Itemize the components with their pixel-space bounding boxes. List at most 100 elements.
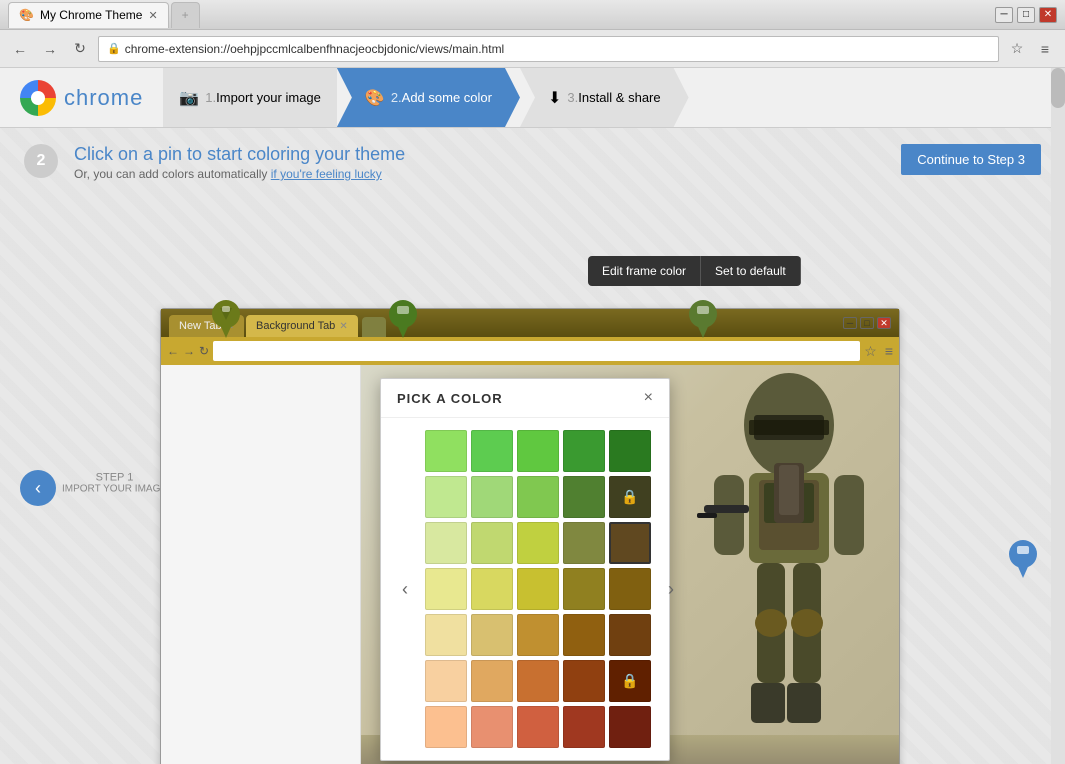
color-swatch-32[interactable] [517, 706, 559, 748]
pin-marker-3[interactable] [687, 298, 719, 338]
color-swatch-7[interactable] [517, 476, 559, 518]
color-swatch-12[interactable] [517, 522, 559, 564]
menu-button[interactable]: ≡ [1033, 37, 1057, 61]
preview-close[interactable]: ✕ [877, 317, 891, 329]
step1-number: 1. [205, 90, 216, 105]
nav-right: ☆ ≡ [1005, 37, 1057, 61]
pin-marker-2[interactable] [387, 298, 419, 338]
close-button[interactable]: ✕ [1039, 7, 1057, 23]
back-step1-button[interactable]: ‹ [20, 470, 56, 506]
wizard-step-2[interactable]: 🎨 2. Add some color [337, 68, 520, 127]
chrome-icon [20, 80, 56, 116]
color-swatch-25[interactable] [425, 660, 467, 702]
forward-button[interactable]: → [38, 37, 62, 61]
color-swatch-20[interactable] [425, 614, 467, 656]
color-swatch-16[interactable] [471, 568, 513, 610]
color-swatch-9[interactable] [609, 476, 651, 518]
color-swatch-23[interactable] [563, 614, 605, 656]
color-swatch-0[interactable] [425, 430, 467, 472]
color-picker-modal: PICK A COLOR × ‹ › [380, 378, 670, 761]
color-picker-close-btn[interactable]: × [644, 389, 653, 407]
preview-tab-new-btn[interactable] [362, 317, 386, 337]
preview-minimize[interactable]: ─ [843, 317, 857, 329]
address-lock-icon: 🔒 [107, 42, 121, 55]
color-swatch-5[interactable] [425, 476, 467, 518]
color-swatch-10[interactable] [425, 522, 467, 564]
chrome-logo: chrome [20, 80, 143, 116]
title-bar: 🎨 My Chrome Theme ✕ + ─ □ ✕ [0, 0, 1065, 30]
color-swatch-34[interactable] [609, 706, 651, 748]
step2-label: Add some color [402, 90, 492, 105]
color-swatch-14[interactable] [609, 522, 651, 564]
window-controls: ─ □ ✕ [995, 7, 1057, 23]
color-nav-next-btn[interactable]: › [659, 577, 683, 601]
tab-my-chrome-theme[interactable]: 🎨 My Chrome Theme ✕ [8, 2, 169, 28]
set-to-default-btn[interactable]: Set to default [701, 256, 801, 286]
step-area: 2 Click on a pin to start coloring your … [0, 128, 1065, 197]
color-swatch-26[interactable] [471, 660, 513, 702]
vertical-scrollbar[interactable] [1051, 68, 1065, 764]
step3-icon: ⬇ [548, 88, 561, 108]
color-swatch-18[interactable] [563, 568, 605, 610]
color-swatch-13[interactable] [563, 522, 605, 564]
color-swatch-19[interactable] [609, 568, 651, 610]
step-description: Click on a pin to start coloring your th… [74, 144, 885, 181]
preview-address-bar [213, 341, 860, 361]
color-swatch-30[interactable] [425, 706, 467, 748]
color-swatch-11[interactable] [471, 522, 513, 564]
preview-tab-bg[interactable]: Background Tab ✕ [246, 315, 358, 337]
wizard-step-1[interactable]: 📷 1. Import your image [163, 68, 337, 127]
preview-navbar: ← → ↻ ☆ ≡ [161, 337, 899, 365]
preview-maximize[interactable]: □ [860, 317, 874, 329]
address-bar[interactable]: 🔒 chrome-extension://oehpjpccmlcalbenfhn… [98, 36, 999, 62]
preview-forward-btn[interactable]: → [183, 344, 195, 358]
continue-step3-button[interactable]: Continue to Step 3 [901, 144, 1041, 175]
bookmark-button[interactable]: ☆ [1005, 37, 1029, 61]
color-swatch-31[interactable] [471, 706, 513, 748]
pin-marker-1[interactable] [210, 298, 242, 338]
color-swatch-29[interactable] [609, 660, 651, 702]
preview-win-btns: ─ □ ✕ [843, 317, 891, 329]
preview-menu-btn[interactable]: ≡ [885, 343, 893, 359]
tab-label: My Chrome Theme [40, 8, 142, 22]
color-swatch-21[interactable] [471, 614, 513, 656]
color-swatch-2[interactable] [517, 430, 559, 472]
color-nav-prev-btn[interactable]: ‹ [393, 577, 417, 601]
color-swatch-15[interactable] [425, 568, 467, 610]
tab-strip: 🎨 My Chrome Theme ✕ + [8, 2, 200, 28]
maximize-button[interactable]: □ [1017, 7, 1035, 23]
preview-star-btn[interactable]: ☆ [864, 343, 877, 360]
nav-bar: ← → ↻ 🔒 chrome-extension://oehpjpccmlcal… [0, 30, 1065, 68]
color-swatch-24[interactable] [609, 614, 651, 656]
feeling-lucky-link[interactable]: if you're feeling lucky [271, 167, 382, 181]
color-swatch-8[interactable] [563, 476, 605, 518]
color-swatch-27[interactable] [517, 660, 559, 702]
preview-back-btn[interactable]: ← [167, 344, 179, 358]
tab-new[interactable]: + [171, 2, 200, 28]
color-swatch-17[interactable] [517, 568, 559, 610]
color-swatch-22[interactable] [517, 614, 559, 656]
tab-close-btn[interactable]: ✕ [148, 9, 157, 22]
back-button[interactable]: ← [8, 37, 32, 61]
preview-reload-btn[interactable]: ↻ [199, 344, 209, 358]
color-swatch-4[interactable] [609, 430, 651, 472]
wizard-bar: chrome 📷 1. Import your image 🎨 2. Add s… [0, 68, 1065, 128]
color-picker-title: PICK A COLOR [397, 391, 503, 406]
color-swatch-28[interactable] [563, 660, 605, 702]
reload-button[interactable]: ↻ [68, 37, 92, 61]
step-main-text: Click on a pin to start coloring your th… [74, 144, 885, 165]
step1-icon: 📷 [179, 88, 199, 108]
color-swatch-33[interactable] [563, 706, 605, 748]
scrollbar-thumb[interactable] [1051, 68, 1065, 108]
minimize-button[interactable]: ─ [995, 7, 1013, 23]
edit-frame-color-btn[interactable]: Edit frame color [588, 256, 701, 286]
color-swatch-3[interactable] [563, 430, 605, 472]
tab-new-icon: + [182, 8, 189, 22]
preview-tab-bg-close[interactable]: ✕ [339, 321, 347, 332]
right-pin-marker[interactable] [1007, 538, 1039, 583]
step-circle-label: 2 [37, 152, 46, 170]
color-swatch-1[interactable] [471, 430, 513, 472]
wizard-step-3[interactable]: ⬇ 3. Install & share [520, 68, 689, 127]
preview-tabs: New Tab ✕ Background Tab ✕ [169, 309, 386, 337]
color-swatch-6[interactable] [471, 476, 513, 518]
